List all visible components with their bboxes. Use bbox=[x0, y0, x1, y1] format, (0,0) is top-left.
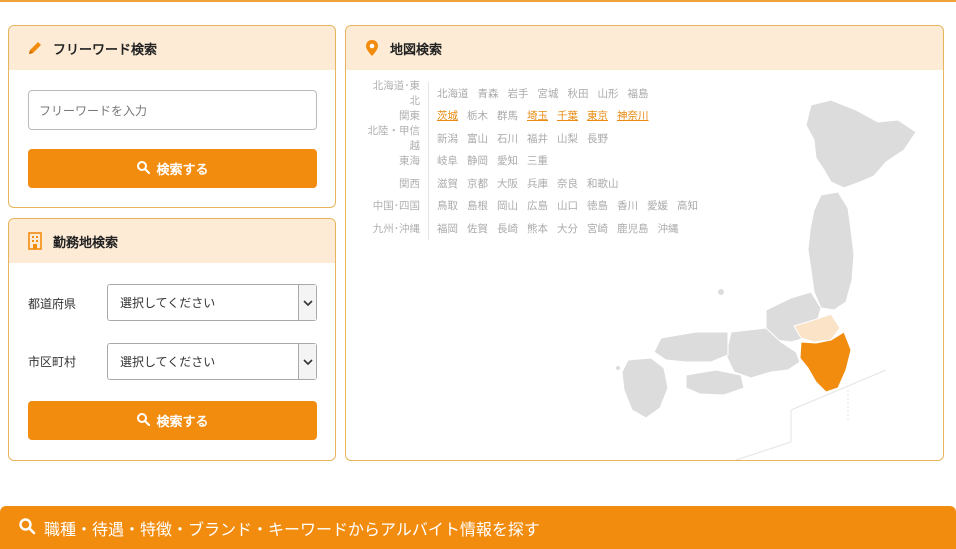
category-search-text: 職種・待遇・特徴・ブランド・キーワードからアルバイト情報を探す bbox=[44, 519, 540, 539]
map-shikoku bbox=[685, 369, 745, 396]
workplace-search-label: 検索する bbox=[156, 415, 209, 430]
prefecture-link[interactable]: 大阪 bbox=[497, 176, 518, 191]
prefecture-link[interactable]: 和歌山 bbox=[587, 176, 619, 191]
prefecture-link[interactable]: 愛知 bbox=[497, 153, 518, 168]
prefecture-link[interactable]: 新潟 bbox=[437, 131, 458, 146]
prefecture-link[interactable]: 大分 bbox=[557, 221, 578, 236]
freeword-search-panel: フリーワード検索 フリーワードを入力 検索する bbox=[8, 25, 336, 208]
search-icon bbox=[136, 160, 151, 178]
map-title: 地図検索 bbox=[390, 42, 443, 58]
prefecture-link[interactable]: 三重 bbox=[527, 153, 548, 168]
region-name: 北海道･東北 bbox=[372, 80, 420, 108]
prefecture-link[interactable]: 福岡 bbox=[437, 221, 458, 236]
prefecture-link[interactable]: 石川 bbox=[497, 131, 518, 146]
region-name: 北陸・甲信越 bbox=[367, 125, 421, 153]
chevron-down-icon bbox=[298, 285, 316, 320]
region-divider bbox=[428, 194, 429, 217]
map-panel-header: 地図検索 bbox=[346, 26, 943, 70]
map-kyushu bbox=[621, 357, 669, 419]
building-icon bbox=[25, 231, 45, 251]
freeword-search-button[interactable]: 検索する bbox=[28, 149, 317, 188]
prefecture-label: 都道府県 bbox=[28, 297, 77, 311]
map-kanto-highlight bbox=[799, 331, 852, 393]
prefecture-link[interactable]: 福井 bbox=[527, 131, 548, 146]
region-name: 東海 bbox=[399, 155, 420, 168]
region-name: 中国･四国 bbox=[372, 200, 420, 213]
prefecture-link[interactable]: 京都 bbox=[467, 176, 488, 191]
map-hokkaido bbox=[805, 99, 917, 189]
prefecture-link[interactable]: 宮崎 bbox=[587, 221, 608, 236]
pencil-icon bbox=[25, 38, 45, 58]
top-accent-line bbox=[0, 0, 956, 2]
prefecture-link[interactable]: 奈良 bbox=[557, 176, 578, 191]
prefecture-select-value: 選択してください bbox=[120, 296, 216, 310]
prefecture-link[interactable]: 岐阜 bbox=[437, 153, 458, 168]
prefecture-link[interactable]: 埼玉 bbox=[527, 108, 548, 123]
city-label: 市区町村 bbox=[28, 355, 77, 369]
region-name: 関東 bbox=[399, 110, 420, 123]
prefecture-link[interactable]: 長崎 bbox=[497, 221, 518, 236]
prefecture-link[interactable]: 滋賀 bbox=[437, 176, 458, 191]
japan-map[interactable] bbox=[616, 70, 936, 460]
region-divider bbox=[428, 172, 429, 195]
city-select-value: 選択してください bbox=[120, 355, 216, 369]
prefecture-link[interactable]: 静岡 bbox=[467, 153, 488, 168]
chevron-down-icon bbox=[298, 344, 316, 379]
workplace-search-panel: 勤務地検索 都道府県 選択してください 市区町村 選択してください 検索する bbox=[8, 218, 336, 461]
prefecture-link[interactable]: 山梨 bbox=[557, 131, 578, 146]
region-name: 関西 bbox=[399, 177, 420, 190]
prefecture-link[interactable]: 東京 bbox=[587, 108, 608, 123]
prefecture-link[interactable]: 茨城 bbox=[437, 108, 458, 123]
map-tohoku bbox=[807, 191, 855, 311]
map-search-panel: 地図検索 北海道･東北 北海道 青森 岩手 宮城 秋田 山形 福島 関東 茨城 栃木 群馬 埼玉 千葉 東京… bbox=[345, 25, 944, 461]
freeword-input[interactable]: フリーワードを入力 bbox=[28, 90, 317, 130]
prefecture-link[interactable]: 北海道 bbox=[437, 86, 469, 101]
prefecture-link[interactable]: 青森 bbox=[478, 86, 499, 101]
prefecture-link[interactable]: 群馬 bbox=[497, 108, 518, 123]
freeword-title: フリーワード検索 bbox=[53, 42, 158, 58]
prefecture-link[interactable]: 富山 bbox=[467, 131, 488, 146]
prefecture-select[interactable]: 選択してください bbox=[107, 284, 317, 321]
prefecture-link[interactable]: 千葉 bbox=[557, 108, 578, 123]
prefecture-link[interactable]: 広島 bbox=[527, 198, 548, 213]
workplace-search-button[interactable]: 検索する bbox=[28, 401, 317, 440]
region-divider bbox=[428, 217, 429, 240]
workplace-panel-header: 勤務地検索 bbox=[9, 219, 335, 263]
city-select[interactable]: 選択してください bbox=[107, 343, 317, 380]
prefecture-link[interactable]: 長野 bbox=[587, 131, 608, 146]
prefecture-link[interactable]: 佐賀 bbox=[467, 221, 488, 236]
search-icon bbox=[18, 517, 36, 539]
region-name: 九州･沖縄 bbox=[372, 222, 420, 235]
map-pin-icon bbox=[362, 38, 382, 58]
prefecture-link[interactable]: 岡山 bbox=[497, 198, 518, 213]
freeword-search-label: 検索する bbox=[156, 163, 209, 178]
prefecture-link[interactable]: 秋田 bbox=[568, 86, 589, 101]
region-divider bbox=[428, 127, 429, 150]
prefecture-link[interactable]: 兵庫 bbox=[527, 176, 548, 191]
prefecture-link[interactable]: 山口 bbox=[557, 198, 578, 213]
freeword-panel-header: フリーワード検索 bbox=[9, 26, 335, 70]
category-search-bar[interactable]: 職種・待遇・特徴・ブランド・キーワードからアルバイト情報を探す bbox=[0, 506, 956, 549]
prefecture-link[interactable]: 鳥取 bbox=[437, 198, 458, 213]
prefecture-link[interactable]: 宮城 bbox=[538, 86, 559, 101]
prefecture-link[interactable]: 栃木 bbox=[467, 108, 488, 123]
prefecture-link[interactable]: 熊本 bbox=[527, 221, 548, 236]
map-chugoku bbox=[653, 331, 729, 363]
search-icon bbox=[136, 412, 151, 430]
prefecture-link[interactable]: 徳島 bbox=[587, 198, 608, 213]
region-divider bbox=[428, 104, 429, 127]
workplace-title: 勤務地検索 bbox=[53, 235, 119, 251]
region-divider bbox=[428, 82, 429, 105]
region-divider bbox=[428, 149, 429, 172]
prefecture-link[interactable]: 島根 bbox=[467, 198, 488, 213]
prefecture-link[interactable]: 岩手 bbox=[508, 86, 529, 101]
